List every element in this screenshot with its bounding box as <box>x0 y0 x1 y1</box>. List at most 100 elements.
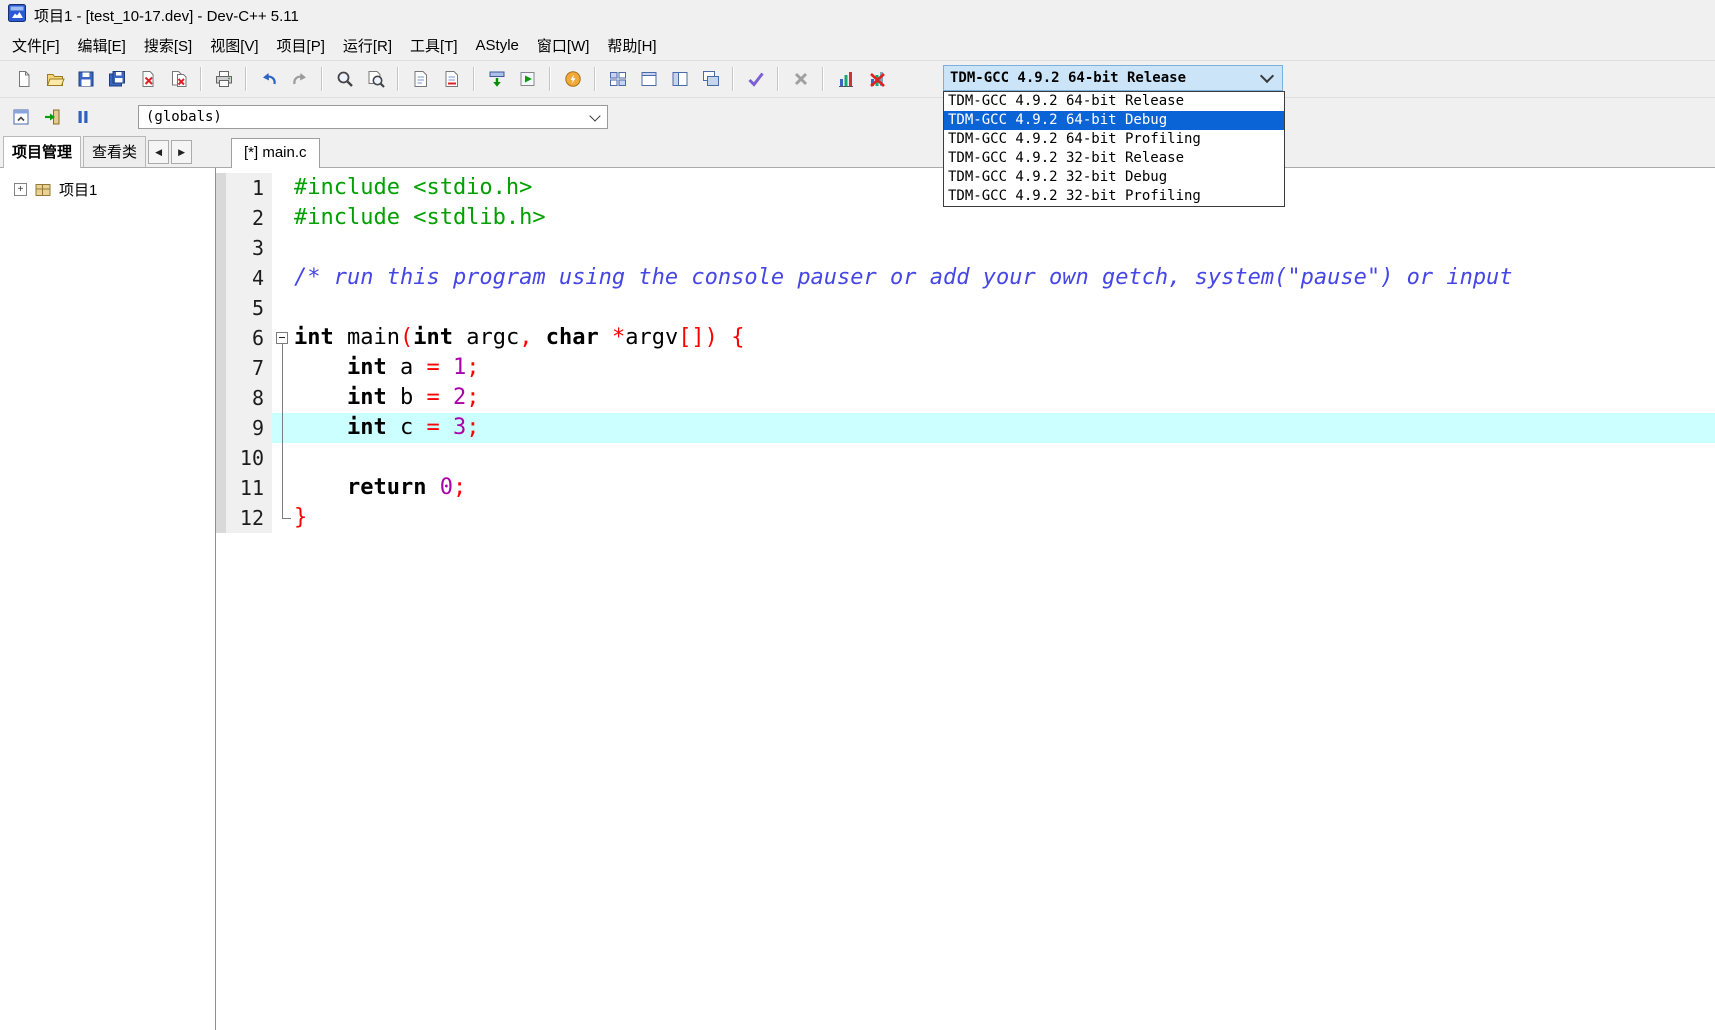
redo-button[interactable] <box>284 65 315 94</box>
panel-cascade-button[interactable] <box>695 65 726 94</box>
line-number[interactable]: 12 <box>226 503 272 533</box>
profile-delete-button[interactable] <box>861 65 892 94</box>
code-text[interactable]: int main(int argc, char *argv[]) { <box>294 323 744 353</box>
new-file-button[interactable] <box>8 65 39 94</box>
tab-scroll-left-button[interactable]: ◀ <box>148 140 170 164</box>
code-text[interactable]: #include <stdio.h> <box>294 173 532 203</box>
panel-single-button[interactable] <box>633 65 664 94</box>
gutter-strip <box>216 443 226 473</box>
abort-button[interactable] <box>785 65 816 94</box>
tree-expand-icon[interactable]: + <box>14 183 27 196</box>
line-number[interactable]: 1 <box>226 173 272 203</box>
open-button[interactable] <box>39 65 70 94</box>
compiler-combo[interactable]: TDM-GCC 4.9.2 64-bit Release <box>943 65 1283 91</box>
sidebar-tab-project-manager[interactable]: 项目管理 <box>3 136 82 168</box>
add-file-button[interactable] <box>405 65 436 94</box>
menu-item[interactable]: 视图[V] <box>201 31 267 60</box>
compile-button[interactable] <box>481 65 512 94</box>
save-all-button[interactable] <box>101 65 132 94</box>
code-line[interactable]: 3 <box>216 233 1715 263</box>
code-line[interactable]: 10 <box>216 443 1715 473</box>
compiler-option[interactable]: TDM-GCC 4.9.2 32-bit Profiling <box>944 187 1284 206</box>
profile-button[interactable] <box>830 65 861 94</box>
code-line[interactable]: 5 <box>216 293 1715 323</box>
fold-column[interactable] <box>272 323 294 353</box>
code-line[interactable]: 4 /* run this program using the console p… <box>216 263 1715 293</box>
code-text[interactable]: return 0; <box>294 473 466 503</box>
line-number[interactable]: 3 <box>226 233 272 263</box>
panel-split-button[interactable] <box>664 65 695 94</box>
code-editor[interactable]: 1 #include <stdio.h> 2 #include <stdlib.h> 3… <box>216 168 1715 1030</box>
compiler-option[interactable]: TDM-GCC 4.9.2 64-bit Profiling <box>944 130 1284 149</box>
line-number[interactable]: 2 <box>226 203 272 233</box>
remove-file-button[interactable] <box>436 65 467 94</box>
menu-item[interactable]: AStyle <box>467 33 528 58</box>
gutter: 9 <box>216 413 272 443</box>
line-number[interactable]: 8 <box>226 383 272 413</box>
panel-grid-button[interactable] <box>602 65 633 94</box>
compiler-option[interactable]: TDM-GCC 4.9.2 64-bit Release <box>944 92 1284 111</box>
chevron-down-icon <box>589 109 601 122</box>
fold-collapse-icon[interactable] <box>276 332 288 344</box>
line-number[interactable]: 10 <box>226 443 272 473</box>
menu-item[interactable]: 工具[T] <box>401 31 467 60</box>
code-line[interactable]: 2 #include <stdlib.h> <box>216 203 1715 233</box>
redo-icon <box>290 69 310 89</box>
print-button[interactable] <box>208 65 239 94</box>
compiler-option[interactable]: TDM-GCC 4.9.2 32-bit Release <box>944 149 1284 168</box>
fold-column <box>272 233 294 263</box>
syntax-check-button[interactable] <box>740 65 771 94</box>
run-button[interactable] <box>512 65 543 94</box>
code-line[interactable]: 11 return 0; <box>216 473 1715 503</box>
line-number[interactable]: 5 <box>226 293 272 323</box>
tab-scroll-right-button[interactable]: ▶ <box>171 140 193 164</box>
code-text[interactable]: int c = 3; <box>294 413 480 443</box>
code-text[interactable]: /* run this program using the console pa… <box>294 263 1513 293</box>
menu-item[interactable]: 文件[F] <box>3 31 69 60</box>
add-file-icon <box>411 69 431 89</box>
line-number[interactable]: 4 <box>226 263 272 293</box>
menu-item[interactable]: 帮助[H] <box>598 31 665 60</box>
code-line[interactable]: 9 int c = 3; <box>216 413 1715 443</box>
code-text[interactable]: } <box>294 503 307 533</box>
line-number[interactable]: 6 <box>226 323 272 353</box>
menu-item[interactable]: 项目[P] <box>268 31 334 60</box>
step-into-icon <box>42 107 62 127</box>
menu-item[interactable]: 编辑[E] <box>69 31 135 60</box>
toolbar-separator <box>822 67 824 91</box>
code-line[interactable]: 7 int a = 1; <box>216 353 1715 383</box>
devcpp-window: 项目1 - [test_10-17.dev] - Dev-C++ 5.11 文件… <box>0 0 1715 1030</box>
code-text[interactable]: int b = 2; <box>294 383 480 413</box>
code-text[interactable]: #include <stdlib.h> <box>294 203 546 233</box>
find-in-files-button[interactable] <box>360 65 391 94</box>
compiler-option[interactable]: TDM-GCC 4.9.2 32-bit Debug <box>944 168 1284 187</box>
code-text[interactable]: int a = 1; <box>294 353 480 383</box>
line-number[interactable]: 11 <box>226 473 272 503</box>
close-button[interactable] <box>132 65 163 94</box>
pause-button[interactable] <box>67 103 98 132</box>
compile-run-button[interactable] <box>557 65 588 94</box>
window-toggle-button[interactable] <box>5 103 36 132</box>
tab-main-c[interactable]: [*] main.c <box>231 138 320 168</box>
menu-item[interactable]: 搜索[S] <box>135 31 201 60</box>
menu-item[interactable]: 窗口[W] <box>528 31 599 60</box>
compiler-dropdown: TDM-GCC 4.9.2 64-bit Release TDM-GCC 4.9.… <box>943 91 1285 207</box>
toolbar-group <box>5 65 197 94</box>
sidebar-tab-class-view[interactable]: 查看类 <box>83 136 147 167</box>
compiler-option[interactable]: TDM-GCC 4.9.2 64-bit Debug <box>944 111 1284 130</box>
code-line[interactable]: 8 int b = 2; <box>216 383 1715 413</box>
save-button[interactable] <box>70 65 101 94</box>
step-into-button[interactable] <box>36 103 67 132</box>
menu-item[interactable]: 运行[R] <box>334 31 401 60</box>
find-button[interactable] <box>329 65 360 94</box>
panel-single-icon <box>639 69 659 89</box>
globals-combo[interactable]: (globals) <box>138 105 608 129</box>
code-line[interactable]: 6 int main(int argc, char *argv[]) { <box>216 323 1715 353</box>
undo-button[interactable] <box>253 65 284 94</box>
line-number[interactable]: 9 <box>226 413 272 443</box>
close-all-button[interactable] <box>163 65 194 94</box>
tree-item-project[interactable]: + 项目1 <box>0 179 215 200</box>
gutter-strip <box>216 413 226 443</box>
code-line[interactable]: 12} <box>216 503 1715 533</box>
line-number[interactable]: 7 <box>226 353 272 383</box>
